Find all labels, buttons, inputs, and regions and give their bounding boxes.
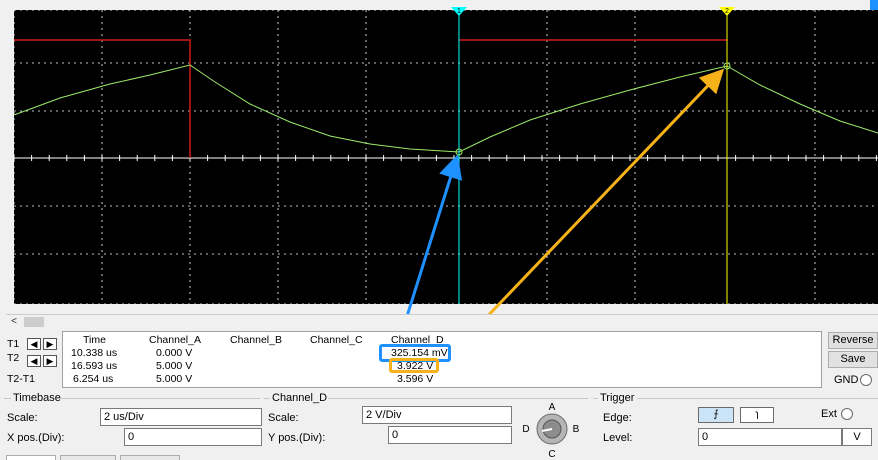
row-label-t2-t1: T2-T1	[7, 373, 36, 385]
trigger-level-unit[interactable]: V	[842, 428, 872, 446]
bottom-tab-1[interactable]	[6, 455, 56, 460]
row-label-t1: T1	[7, 338, 20, 350]
trigger-ext-radio[interactable]	[841, 408, 853, 420]
channel-selector-knob[interactable]: A B C D	[518, 400, 586, 460]
trigger-ext-label: Ext	[821, 408, 837, 420]
channel-title: Channel_D	[272, 392, 328, 404]
gnd-label: GND	[834, 374, 859, 386]
scope-display: 1 2	[13, 0, 878, 314]
timebase-group-line-2	[60, 398, 260, 399]
t2-channel-a: 5.000 V	[156, 360, 193, 372]
channel-ypos-input[interactable]: 0	[388, 426, 512, 444]
t2-t1-channel-d: 3.596 V	[397, 373, 434, 385]
timebase-xpos-label: X pos.(Div):	[7, 432, 65, 444]
knob-label-a: A	[549, 402, 556, 413]
horizontal-scrollbar[interactable]: <	[6, 314, 878, 328]
t2-t1-time: 6.254 us	[73, 373, 114, 385]
bottom-tab-2[interactable]	[60, 455, 116, 460]
scroll-thumb[interactable]	[24, 317, 44, 327]
rising-edge-button[interactable]: ⨍	[698, 407, 734, 423]
trigger-title: Trigger	[600, 392, 635, 404]
save-button[interactable]: Save	[828, 351, 878, 368]
channel-scale-label: Scale:	[268, 412, 299, 424]
falling-edge-button[interactable]: ɿ	[740, 407, 774, 423]
scroll-left-icon[interactable]: <	[6, 315, 22, 329]
oscilloscope-window: 1 2 < T1 T2 T2-T1 ◀ ▶ ◀ ▶ Time Channel_A…	[0, 0, 878, 460]
trigger-group-line	[593, 398, 598, 399]
bottom-tab-3[interactable]	[120, 455, 180, 460]
t2-t1-channel-a: 5.000 V	[156, 373, 193, 385]
knob-label-d: D	[522, 424, 529, 435]
t1-time: 10.338 us	[71, 347, 118, 359]
t1-right-arrow-icon[interactable]: ▶	[43, 338, 57, 350]
header-channel-a: Channel_A	[149, 334, 201, 346]
scope-screen	[14, 10, 878, 304]
t2-right-arrow-icon[interactable]: ▶	[43, 355, 57, 367]
trigger-level-label: Level:	[603, 432, 633, 444]
t1-left-arrow-icon[interactable]: ◀	[27, 338, 41, 350]
reverse-button[interactable]: Reverse	[828, 332, 878, 349]
timebase-group-line	[4, 398, 11, 399]
t2-left-arrow-icon[interactable]: ◀	[27, 355, 41, 367]
channel-scale-input[interactable]: 2 V/Div	[362, 406, 512, 424]
cursor-t2-label: 2	[725, 8, 729, 15]
highlight-t2-channel-d	[389, 358, 439, 373]
header-time: Time	[83, 334, 106, 346]
timebase-title: Timebase	[13, 392, 61, 404]
timebase-scale-label: Scale:	[7, 412, 38, 424]
knob-label-c: C	[548, 449, 555, 460]
channel-ypos-label: Y pos.(Div):	[268, 432, 326, 444]
row-label-t2: T2	[7, 352, 20, 364]
scroll-indicator	[870, 0, 878, 10]
trigger-group-line-2	[638, 398, 878, 399]
timebase-xpos-input[interactable]: 0	[124, 428, 262, 446]
header-channel-c: Channel_C	[310, 334, 363, 346]
header-channel-b: Channel_B	[230, 334, 282, 346]
cursor-t1-label: 1	[457, 8, 461, 15]
channel-group-line-2	[328, 398, 588, 399]
gnd-radio[interactable]	[860, 374, 872, 386]
timebase-scale-input[interactable]: 2 us/Div	[100, 408, 262, 426]
trigger-level-input[interactable]: 0	[698, 428, 842, 446]
channel-group-line	[264, 398, 270, 399]
t2-time: 16.593 us	[71, 360, 118, 372]
knob-label-b: B	[573, 424, 580, 435]
t1-channel-a: 0.000 V	[156, 347, 193, 359]
trigger-edge-label: Edge:	[603, 412, 632, 424]
